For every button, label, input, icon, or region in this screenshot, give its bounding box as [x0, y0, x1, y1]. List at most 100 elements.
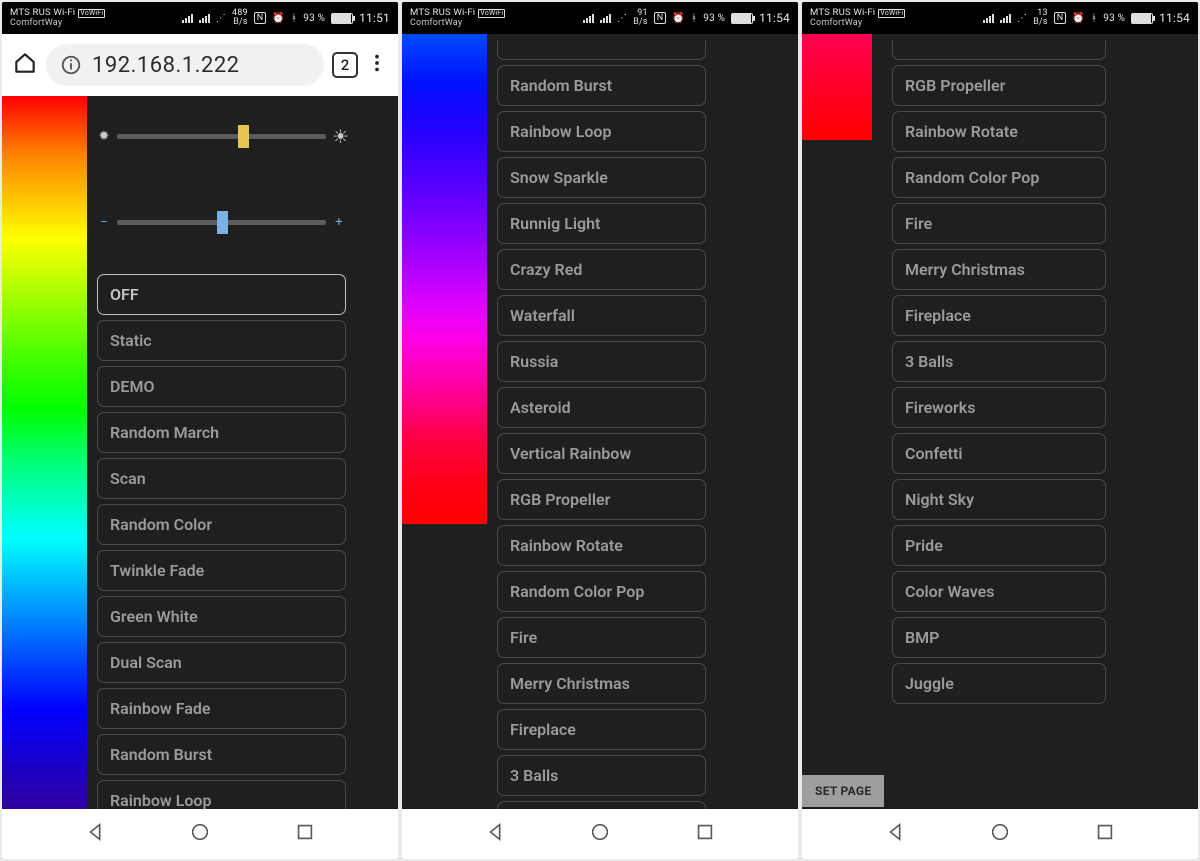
effect-option[interactable]: DEMO [97, 366, 346, 407]
nfc-icon: N [1054, 12, 1067, 24]
effect-option[interactable]: Crazy Red [497, 249, 706, 290]
effect-option[interactable]: Rainbow Loop [497, 111, 706, 152]
effect-option[interactable]: Color Waves [892, 571, 1106, 612]
plus-icon: + [332, 215, 346, 230]
bluetooth-icon: ᚼ [1091, 13, 1097, 24]
effect-option[interactable]: Random Burst [97, 734, 346, 775]
effect-option[interactable]: BMP [892, 617, 1106, 658]
effect-option[interactable]: Rainbow Fade [97, 688, 346, 729]
battery-icon [731, 13, 753, 24]
minus-icon: − [97, 215, 111, 230]
effect-option[interactable]: Vertical Rainbow [497, 433, 706, 474]
info-icon [60, 54, 82, 76]
carrier-sub: ComfortWay [810, 18, 905, 28]
effect-option[interactable]: Fireworks [892, 387, 1106, 428]
brightness-slider[interactable]: ✹ ☀ [97, 116, 346, 156]
effect-option[interactable]: Fire [892, 203, 1106, 244]
slider-track[interactable] [117, 220, 326, 225]
effect-option[interactable]: Fireplace [892, 295, 1106, 336]
effect-option[interactable]: Static [97, 320, 346, 361]
effect-option[interactable]: Fireworks [497, 801, 706, 809]
vowifi-badge: VoWiFi [878, 9, 905, 18]
nav-home-icon[interactable] [189, 821, 211, 847]
effect-option[interactable]: Rainbow Loop [97, 780, 346, 809]
home-icon[interactable] [12, 50, 38, 80]
effect-option[interactable]: Merry Christmas [497, 663, 706, 704]
net-speed: 489 B/s [232, 9, 248, 27]
battery-pct: 93 % [1103, 13, 1125, 24]
effect-option[interactable]: Merry Christmas [892, 249, 1106, 290]
carrier-sub: ComfortWay [10, 18, 105, 28]
wifi-icon: ⋰ [216, 13, 226, 24]
effect-option[interactable]: Rainbow Rotate [497, 525, 706, 566]
color-spectrum-strip[interactable] [802, 34, 872, 140]
effect-option[interactable]: OFF [97, 274, 346, 315]
effect-option[interactable]: Random March [97, 412, 346, 453]
signal-icon [199, 13, 210, 23]
vowifi-badge: VoWiFi [78, 9, 105, 18]
browser-address-bar: 192.168.1.222 2 [2, 34, 398, 96]
carrier-text: MTS RUS Wi-Fi [410, 8, 475, 18]
android-nav-bar [802, 809, 1198, 859]
effect-option[interactable]: Pride [892, 525, 1106, 566]
brightness-high-icon: ☀ [332, 125, 346, 148]
effect-list: RGB Propeller Rainbow Rotate Random Colo… [892, 40, 1106, 704]
effect-option[interactable]: Runnig Light [497, 203, 706, 244]
status-bar: MTS RUS Wi-Fi VoWiFi ComfortWay ⋰ 91B/s … [402, 2, 798, 34]
effect-option[interactable]: 3 Balls [497, 755, 706, 796]
status-bar: MTS RUS Wi-Fi VoWiFi ComfortWay ⋰ 489 B/… [2, 2, 398, 34]
effect-option[interactable]: Rainbow Rotate [892, 111, 1106, 152]
menu-dots-icon[interactable] [366, 52, 388, 78]
effect-option[interactable]: Random Color Pop [892, 157, 1106, 198]
carrier-sub: ComfortWay [410, 18, 505, 28]
signal-icon [600, 13, 611, 23]
battery-pct: 93 % [303, 13, 325, 24]
nav-home-icon[interactable] [589, 821, 611, 847]
nav-recent-icon[interactable] [294, 821, 316, 847]
effect-option[interactable]: Random Color Pop [497, 571, 706, 612]
nav-recent-icon[interactable] [1094, 821, 1116, 847]
effect-option[interactable]: Confetti [892, 433, 1106, 474]
phone-screen-2: MTS RUS Wi-Fi VoWiFi ComfortWay ⋰ 91B/s … [402, 2, 798, 859]
carrier-text: MTS RUS Wi-Fi [10, 8, 75, 18]
bluetooth-icon: ᚼ [691, 13, 697, 24]
signal-icon [983, 13, 994, 23]
alarm-icon: ⏰ [672, 13, 685, 24]
effect-option[interactable]: Waterfall [497, 295, 706, 336]
tab-count-button[interactable]: 2 [332, 52, 358, 78]
nav-recent-icon[interactable] [694, 821, 716, 847]
color-spectrum-strip[interactable] [2, 96, 87, 809]
nav-back-icon[interactable] [85, 821, 107, 847]
effect-option[interactable]: Scan [97, 458, 346, 499]
speed-slider[interactable]: − + [97, 202, 346, 242]
effect-option[interactable] [497, 40, 706, 60]
color-spectrum-strip[interactable] [402, 34, 487, 524]
slider-thumb[interactable] [217, 211, 228, 234]
slider-track[interactable] [117, 134, 326, 139]
effect-option[interactable]: Green White [97, 596, 346, 637]
carrier-text: MTS RUS Wi-Fi [810, 8, 875, 18]
signal-icon [182, 13, 193, 23]
set-page-button[interactable]: SET PAGE [802, 775, 884, 807]
effect-option[interactable]: Night Sky [892, 479, 1106, 520]
phone-screen-1: MTS RUS Wi-Fi VoWiFi ComfortWay ⋰ 489 B/… [2, 2, 398, 859]
effect-option[interactable]: 3 Balls [892, 341, 1106, 382]
effect-option[interactable]: Dual Scan [97, 642, 346, 683]
effect-option[interactable]: Random Burst [497, 65, 706, 106]
nav-home-icon[interactable] [989, 821, 1011, 847]
slider-thumb[interactable] [238, 125, 249, 148]
nav-back-icon[interactable] [885, 821, 907, 847]
effect-option[interactable]: RGB Propeller [892, 65, 1106, 106]
effect-option[interactable]: Snow Sparkle [497, 157, 706, 198]
effect-option[interactable]: Fire [497, 617, 706, 658]
url-field[interactable]: 192.168.1.222 [46, 44, 324, 86]
effect-option[interactable]: RGB Propeller [497, 479, 706, 520]
effect-option[interactable] [892, 40, 1106, 60]
effect-option[interactable]: Juggle [892, 663, 1106, 704]
nav-back-icon[interactable] [485, 821, 507, 847]
effect-option[interactable]: Fireplace [497, 709, 706, 750]
effect-option[interactable]: Russia [497, 341, 706, 382]
effect-option[interactable]: Twinkle Fade [97, 550, 346, 591]
effect-option[interactable]: Random Color [97, 504, 346, 545]
effect-option[interactable]: Asteroid [497, 387, 706, 428]
